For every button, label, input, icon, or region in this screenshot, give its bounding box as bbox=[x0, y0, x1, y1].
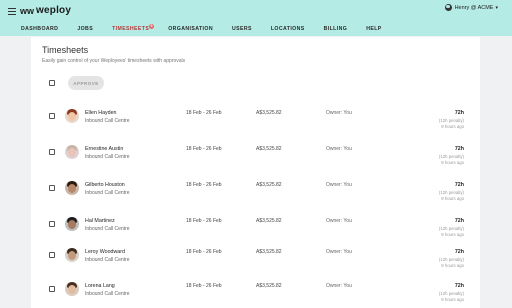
penalty: (12h penalty) bbox=[438, 226, 464, 231]
avatar bbox=[65, 181, 79, 195]
row-checkbox[interactable] bbox=[49, 149, 55, 155]
hours: 72h bbox=[454, 283, 464, 289]
penalty: (12h penalty) bbox=[438, 190, 464, 195]
penalty: (12h penalty) bbox=[438, 154, 464, 159]
penalty: (12h penalty) bbox=[438, 257, 464, 262]
owner: Owner: You bbox=[326, 110, 352, 116]
employee-team: Inbound Call Centre bbox=[85, 226, 130, 232]
employee-name: Gilberto Houston bbox=[85, 182, 125, 188]
employee-name: Lorena Lang bbox=[85, 283, 115, 289]
table-row[interactable]: Hal Martinez Inbound Call Centre 18 Feb … bbox=[31, 215, 480, 249]
table-row[interactable]: Gilberto Houston Inbound Call Centre 18 … bbox=[31, 179, 480, 213]
nav-timesheets[interactable]: TIMESHEETS 9 bbox=[112, 24, 155, 32]
hours: 72h bbox=[454, 218, 464, 224]
pay-period: 18 Feb - 26 Feb bbox=[186, 146, 222, 152]
hours: 72h bbox=[454, 110, 464, 116]
nav-billing[interactable]: BILLING bbox=[324, 26, 348, 32]
avatar bbox=[65, 217, 79, 231]
table-row[interactable]: Ellen Hayden Inbound Call Centre 18 Feb … bbox=[31, 107, 480, 141]
nav-jobs[interactable]: JOBS bbox=[77, 26, 93, 32]
timesheets-card: Timesheets Easily gain control of your W… bbox=[31, 37, 480, 308]
avatar bbox=[65, 145, 79, 159]
pay-period: 18 Feb - 26 Feb bbox=[186, 110, 222, 116]
table-row[interactable]: Lorena Lang Inbound Call Centre 18 Feb -… bbox=[31, 280, 480, 308]
owner: Owner: You bbox=[326, 218, 352, 224]
time-ago: 9 hours ago bbox=[441, 160, 464, 165]
employee-team: Inbound Call Centre bbox=[85, 257, 130, 263]
owner: Owner: You bbox=[326, 182, 352, 188]
employee-name: Ernestine Austin bbox=[85, 146, 124, 152]
table-row[interactable]: Ernestine Austin Inbound Call Centre 18 … bbox=[31, 143, 480, 177]
penalty: (12h penalty) bbox=[438, 118, 464, 123]
user-circle-icon bbox=[444, 4, 452, 11]
avatar bbox=[65, 282, 79, 296]
logo-mark: ww bbox=[20, 6, 35, 16]
employee-team: Inbound Call Centre bbox=[85, 118, 130, 124]
pay-period: 18 Feb - 26 Feb bbox=[186, 249, 222, 255]
avatar bbox=[65, 109, 79, 123]
approve-button[interactable]: APPROVE bbox=[68, 76, 104, 90]
amount: A$3,525.82 bbox=[256, 146, 282, 152]
time-ago: 9 hours ago bbox=[441, 263, 464, 268]
row-checkbox[interactable] bbox=[49, 185, 55, 191]
main-nav: DASHBOARD JOBS TIMESHEETS 9 ORGANISATION… bbox=[21, 24, 401, 32]
hours: 72h bbox=[454, 182, 464, 188]
employee-team: Inbound Call Centre bbox=[85, 154, 130, 160]
pay-period: 18 Feb - 26 Feb bbox=[186, 283, 222, 289]
page-subtitle: Easily gain control of your Weployees' t… bbox=[42, 58, 186, 64]
row-checkbox[interactable] bbox=[49, 221, 55, 227]
row-checkbox[interactable] bbox=[49, 252, 55, 258]
nav-locations[interactable]: LOCATIONS bbox=[271, 26, 305, 32]
avatar bbox=[65, 248, 79, 262]
table-row[interactable]: Leroy Woodward Inbound Call Centre 18 Fe… bbox=[31, 246, 480, 280]
time-ago: 9 hours ago bbox=[441, 232, 464, 237]
row-checkbox[interactable] bbox=[49, 286, 55, 292]
nav-help[interactable]: HELP bbox=[366, 26, 381, 32]
time-ago: 9 hours ago bbox=[441, 196, 464, 201]
pay-period: 18 Feb - 26 Feb bbox=[186, 218, 222, 224]
employee-team: Inbound Call Centre bbox=[85, 291, 130, 297]
nav-users[interactable]: USERS bbox=[232, 26, 252, 32]
caret-down-icon: ▾ bbox=[495, 4, 498, 11]
time-ago: 9 hours ago bbox=[441, 124, 464, 129]
user-label: Henry @ ACME bbox=[454, 4, 494, 11]
select-all-checkbox[interactable] bbox=[49, 80, 55, 86]
employee-name: Hal Martinez bbox=[85, 218, 115, 224]
notification-badge: 9 bbox=[149, 24, 155, 29]
amount: A$3,525.82 bbox=[256, 218, 282, 224]
hours: 72h bbox=[454, 249, 464, 255]
user-menu[interactable]: Henry @ ACME ▾ bbox=[444, 4, 498, 11]
employee-name: Leroy Woodward bbox=[85, 249, 125, 255]
owner: Owner: You bbox=[326, 283, 352, 289]
hamburger-icon[interactable] bbox=[8, 8, 16, 15]
amount: A$3,525.82 bbox=[256, 249, 282, 255]
employee-team: Inbound Call Centre bbox=[85, 190, 130, 196]
pay-period: 18 Feb - 26 Feb bbox=[186, 182, 222, 188]
time-ago: 9 hours ago bbox=[441, 297, 464, 302]
employee-name: Ellen Hayden bbox=[85, 110, 117, 116]
penalty: (12h penalty) bbox=[438, 291, 464, 296]
hours: 72h bbox=[454, 146, 464, 152]
row-checkbox[interactable] bbox=[49, 113, 55, 119]
top-bar: ww weploy Henry @ ACME ▾ DASHBOARD JOBS … bbox=[0, 0, 512, 36]
logo-text: weploy bbox=[36, 5, 72, 16]
owner: Owner: You bbox=[326, 146, 352, 152]
nav-organisation[interactable]: ORGANISATION bbox=[168, 26, 213, 32]
amount: A$3,525.82 bbox=[256, 182, 282, 188]
weploy-logo[interactable]: ww weploy bbox=[20, 5, 72, 17]
amount: A$3,525.82 bbox=[256, 110, 282, 116]
owner: Owner: You bbox=[326, 249, 352, 255]
amount: A$3,525.82 bbox=[256, 283, 282, 289]
page-title: Timesheets bbox=[42, 45, 89, 55]
nav-dashboard[interactable]: DASHBOARD bbox=[21, 26, 58, 32]
nav-timesheets-label: TIMESHEETS bbox=[112, 26, 150, 32]
